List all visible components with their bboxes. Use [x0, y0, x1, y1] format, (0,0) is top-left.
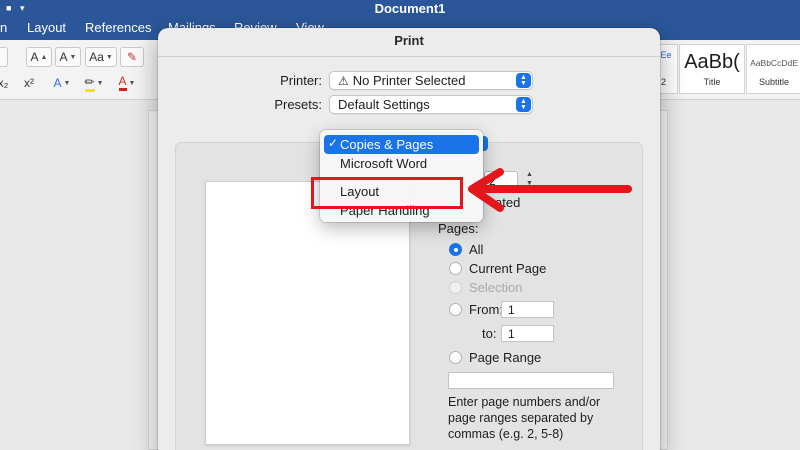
popup-chevron-icon: ▲ ▼: [516, 97, 531, 112]
menu-item-label: Microsoft Word: [340, 156, 428, 171]
font-color-button[interactable]: A ▼: [112, 73, 142, 93]
tab-insert[interactable]: n: [0, 20, 7, 35]
caret-down-icon: ▼: [69, 53, 77, 61]
page-range-field[interactable]: [448, 372, 614, 389]
page-range-hint: Enter page numbers and/or page ranges se…: [448, 395, 601, 441]
radio-icon: [449, 262, 462, 275]
document-title: Document1: [374, 1, 446, 16]
text-effects-label: A: [53, 76, 62, 90]
chevron-down-icon: ▼: [96, 79, 104, 87]
radio-page-range[interactable]: Page Range: [449, 350, 541, 365]
text-effects-button[interactable]: A ▼: [48, 73, 76, 93]
radio-all[interactable]: All: [449, 242, 483, 257]
chevron-down-icon: ▼: [128, 79, 136, 87]
style-title[interactable]: AaBb( Title: [679, 44, 745, 94]
radio-from[interactable]: From:: [449, 302, 503, 317]
change-case-label: Aa: [89, 50, 104, 64]
style-subtitle[interactable]: AaBbCcDdE Subtitle: [746, 44, 800, 94]
menu-item-copies-pages[interactable]: ✓ Copies & Pages: [324, 135, 479, 154]
customize-toolbar-icon[interactable]: ▾: [20, 3, 25, 14]
tab-layout[interactable]: Layout: [27, 20, 66, 35]
popup-chevron-icon: ▲ ▼: [516, 73, 531, 88]
style-name: Title: [703, 77, 721, 87]
presets-value: Default Settings: [338, 97, 430, 112]
shrink-font-button[interactable]: A ▼: [55, 47, 81, 67]
shrink-font-label: A: [59, 50, 68, 64]
clear-formatting-button[interactable]: ✎: [120, 47, 144, 67]
radio-label: Page Range: [469, 350, 542, 365]
chevron-down-icon: ▼: [105, 53, 113, 61]
warning-icon: ⚠: [338, 73, 349, 88]
dialog-title: Print: [394, 33, 424, 48]
caret-up-icon: ▲: [40, 53, 48, 61]
printer-label: Printer:: [280, 73, 322, 88]
subscript-button[interactable]: x₂: [0, 73, 10, 93]
presets-label: Presets:: [274, 97, 322, 112]
style-sample: AaBbCcDdE: [750, 58, 798, 68]
eraser-icon: ✎: [126, 50, 138, 64]
tab-references[interactable]: References: [85, 20, 151, 35]
to-page-field[interactable]: 1: [501, 325, 554, 342]
word-app-icon[interactable]: ■: [6, 3, 11, 13]
superscript-button[interactable]: x²: [18, 73, 40, 93]
radio-label: Selection: [469, 280, 523, 295]
red-arrow-icon: [468, 168, 632, 212]
radio-selected-icon: [449, 243, 462, 256]
radio-selection: Selection: [449, 280, 522, 295]
grow-font-button[interactable]: A ▲: [26, 47, 52, 67]
printer-value: No Printer Selected: [352, 73, 466, 88]
radio-label: Current Page: [469, 261, 547, 276]
checkmark-icon: ✓: [328, 136, 339, 150]
superscript-label: x²: [24, 76, 34, 90]
highlighter-icon: ✏: [84, 75, 95, 92]
menu-item-microsoft-word[interactable]: Microsoft Word: [324, 154, 479, 173]
radio-label: From:: [469, 302, 503, 317]
radio-icon: [449, 303, 462, 316]
radio-label: All: [469, 242, 484, 257]
style-name: Subtitle: [758, 77, 790, 87]
font-color-label: A: [118, 75, 127, 91]
highlight-box: [311, 177, 463, 209]
font-size-box[interactable]: [0, 47, 8, 67]
highlight-button[interactable]: ✏ ▼: [80, 73, 108, 93]
pages-label: Pages:: [438, 221, 479, 236]
presets-popup[interactable]: Default Settings ▲ ▼: [329, 95, 533, 114]
title-divider: [158, 56, 660, 57]
radio-current-page[interactable]: Current Page: [449, 261, 546, 276]
change-case-button[interactable]: Aa ▼: [85, 47, 117, 67]
to-label: to:: [482, 326, 497, 341]
print-dialog: Print Printer: ⚠ No Printer Selected ▲ ▼ …: [158, 28, 660, 450]
style-sample: AaBb(: [684, 51, 740, 73]
from-page-field[interactable]: 1: [501, 301, 554, 318]
grow-font-label: A: [30, 50, 39, 64]
printer-popup[interactable]: ⚠ No Printer Selected ▲ ▼: [329, 71, 533, 90]
menu-item-label: Copies & Pages: [340, 137, 434, 152]
radio-icon: [449, 351, 462, 364]
subscript-label: x₂: [0, 76, 9, 90]
chevron-down-icon: ▼: [63, 79, 71, 87]
radio-disabled-icon: [449, 281, 462, 294]
